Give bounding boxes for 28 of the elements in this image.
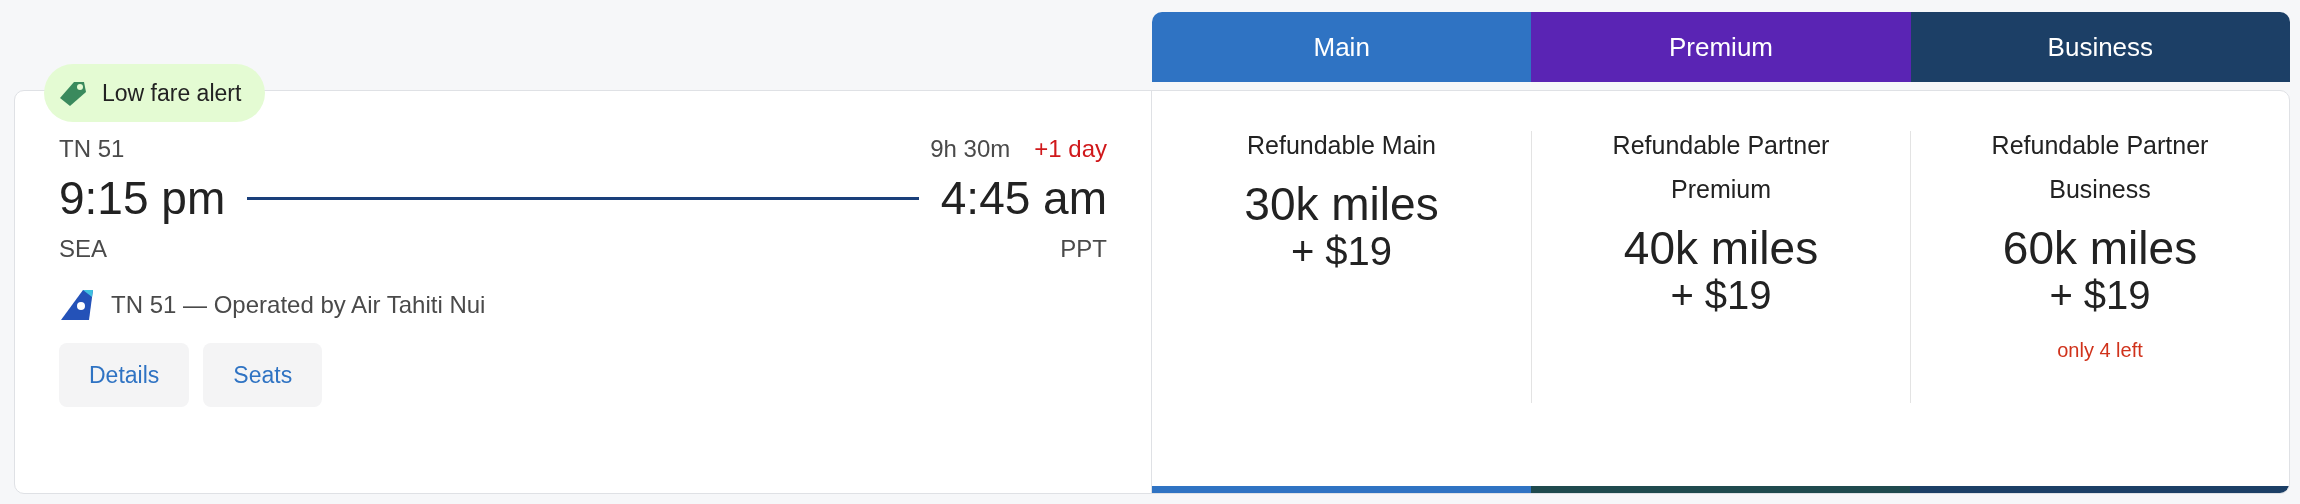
departure-time: 9:15 pm [59, 171, 226, 225]
fare-miles: 30k miles [1244, 179, 1439, 229]
fare-miles: 60k miles [2002, 223, 2198, 273]
fare-fee: + $19 [1290, 229, 1393, 273]
fare-fee: + $19 [1670, 273, 1772, 317]
flight-button[interactable]: Seats [203, 343, 323, 407]
badge-label: Low fare alert [102, 79, 242, 107]
fare-option[interactable]: Refundable Partner Business 60k miles + $19 only 4 left [1910, 131, 2289, 403]
fare-miles: 40k miles [1623, 223, 1819, 273]
cabin-header: Main [1152, 12, 1532, 82]
flight-duration: 9h 30m [930, 135, 1011, 163]
origin-code: SEA [59, 235, 108, 263]
airline-tail-icon [59, 287, 95, 323]
arrival-time: 4:45 am [940, 171, 1107, 225]
fare-option[interactable]: Refundable Main 30k miles + $19 [1152, 131, 1531, 403]
flight-button[interactable]: Details [59, 343, 190, 407]
flight-number: TN 51 [59, 135, 125, 163]
fare-fee: + $19 [2049, 273, 2151, 317]
cabin-header: Premium [1531, 12, 1911, 82]
operator-text: TN 51 — Operated by Air Tahiti Nui [111, 291, 486, 319]
cabin-header: Business [1910, 12, 2290, 82]
fare-name: Refundable Partner Business [1990, 130, 2210, 205]
fare-option[interactable]: Refundable Partner Premium 40k miles + $19 [1531, 131, 1910, 403]
destination-code: PPT [1060, 235, 1107, 263]
fare-name: Refundable Partner Premium [1611, 130, 1831, 205]
day-offset: +1 day [1034, 135, 1107, 163]
fare-name: Refundable Main [1246, 130, 1437, 161]
seats-left-note: only 4 left [2057, 339, 2143, 362]
